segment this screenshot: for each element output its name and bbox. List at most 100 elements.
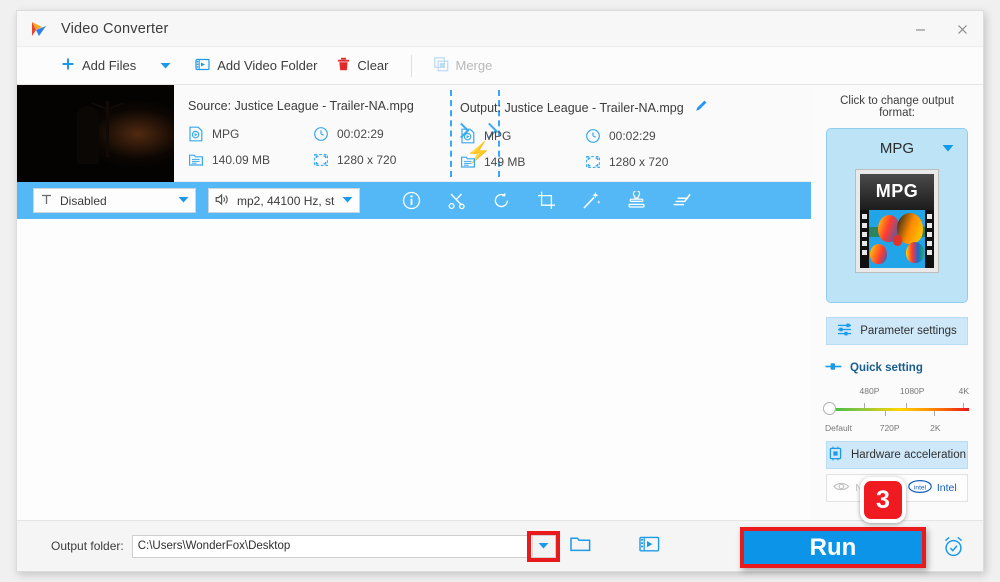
source-resolution-value: 1280 x 720 — [337, 153, 397, 167]
quality-slider[interactable]: 480P 1080P 4K Default 720P 2K — [823, 386, 969, 436]
open-folder-icon[interactable] — [569, 535, 591, 557]
file-list-empty-area — [17, 219, 813, 522]
video-thumbnail[interactable] — [17, 85, 174, 182]
add-video-folder-label: Add Video Folder — [217, 58, 318, 73]
quality-slider-knob[interactable] — [823, 402, 836, 415]
format-thumbnail-image: MPG — [860, 174, 934, 268]
quick-setting-header: Quick setting — [825, 361, 973, 375]
speaker-icon — [215, 193, 230, 209]
quick-setting-label: Quick setting — [850, 362, 923, 374]
source-pane: Source: Justice League - Trailer-NA.mpg … — [174, 85, 500, 181]
audio-track-value: mp2, 44100 Hz, ste — [237, 193, 335, 208]
output-format-panel: Click to change output format: MPG MPG P… — [811, 86, 983, 522]
output-folder-dropdown-button[interactable] — [526, 530, 560, 562]
step-badge: 3 — [860, 477, 906, 523]
resolution-icon — [585, 154, 601, 170]
balloon-5 — [905, 241, 924, 263]
close-button[interactable] — [941, 11, 983, 47]
merge-button[interactable]: Merge — [424, 47, 503, 84]
cpu-chip-icon — [828, 446, 843, 464]
source-resolution: 1280 x 720 — [313, 152, 438, 168]
alarm-clock-icon[interactable] — [942, 535, 965, 563]
intel-logo-icon: intel — [908, 479, 932, 496]
main-window: Video Converter Add Files Add Video Fold… — [16, 10, 984, 572]
trash-icon — [337, 57, 350, 74]
format-thumbnail-band: MPG — [860, 174, 934, 210]
file-size-icon — [460, 154, 476, 170]
source-format-value: MPG — [212, 127, 240, 141]
output-size-value: 149 MB — [484, 155, 526, 169]
sliders-icon — [837, 322, 852, 340]
thumbnail-figure — [76, 106, 99, 165]
resolution-icon — [313, 152, 329, 168]
run-button[interactable]: Run — [740, 527, 926, 568]
parameter-settings-label: Parameter settings — [860, 325, 957, 337]
quality-tick-720p: 720P — [879, 423, 900, 433]
output-folder-input[interactable]: C:\Users\WonderFox\Desktop — [131, 530, 560, 562]
quality-tick-default: Default — [825, 423, 852, 433]
track-mark-480p — [863, 403, 865, 408]
subtitle-edit-icon[interactable] — [672, 191, 691, 210]
output-title-wrap: Output: Justice League - Trailer-NA.mpg — [460, 99, 724, 115]
output-format-card[interactable]: MPG MPG — [826, 128, 968, 303]
toolbar-divider — [410, 54, 412, 77]
quick-slider-icon — [825, 361, 842, 375]
pencil-icon[interactable] — [695, 100, 708, 115]
minimize-button[interactable] — [899, 11, 941, 47]
media-file-icon — [188, 126, 204, 142]
edit-tool-icons — [402, 189, 691, 210]
parameter-settings-button[interactable]: Parameter settings — [826, 317, 968, 345]
add-files-button[interactable]: Add Files — [17, 47, 146, 84]
merge-label: Merge — [455, 58, 493, 73]
nvidia-eye-icon — [833, 481, 850, 495]
clock-icon — [313, 126, 329, 142]
gpu-intel-toggle[interactable]: intel Intel — [898, 479, 968, 496]
source-size-value: 140.09 MB — [212, 153, 271, 167]
quality-slider-track[interactable] — [825, 403, 969, 416]
source-size: 140.09 MB — [188, 152, 313, 168]
add-files-label: Add Files — [82, 58, 137, 73]
output-format-heading: Click to change output format: — [840, 95, 954, 119]
track-mark-1080p — [905, 403, 907, 408]
info-icon[interactable] — [402, 191, 421, 210]
clock-icon — [585, 128, 601, 144]
output-resolution: 1280 x 720 — [585, 154, 710, 170]
add-files-dropdown-button[interactable] — [146, 58, 185, 73]
crop-icon[interactable] — [537, 191, 556, 210]
audio-track-select[interactable]: mp2, 44100 Hz, ste — [208, 188, 360, 213]
source-duration-value: 00:02:29 — [337, 127, 384, 141]
hardware-acceleration-button[interactable]: Hardware acceleration — [826, 441, 968, 469]
title-bar: Video Converter — [17, 11, 983, 47]
filmstrip-right — [925, 209, 934, 268]
filmstrip-left — [860, 209, 869, 268]
subtitle-T-icon — [40, 193, 53, 209]
scissors-icon[interactable] — [447, 191, 466, 210]
quality-ticks-bottom: Default 720P 2K — [825, 423, 969, 436]
clear-label: Clear — [357, 58, 389, 73]
output-meta-grid: MPG 00:02:29 149 MB 1280 x 720 — [460, 128, 710, 170]
source-duration: 00:02:29 — [313, 126, 438, 142]
chevron-down-icon — [342, 196, 353, 206]
clear-button[interactable]: Clear — [327, 47, 398, 84]
output-format-value: MPG — [484, 129, 512, 143]
file-size-icon — [188, 152, 204, 168]
source-title: Source: Justice League - Trailer-NA.mpg — [188, 99, 414, 113]
source-meta-grid: MPG 00:02:29 140.09 MB 1280 x 720 — [188, 126, 438, 168]
merge-squares-icon — [433, 56, 449, 75]
quality-tick-1080p: 1080P — [899, 386, 925, 396]
source-format: MPG — [188, 126, 313, 142]
format-thumbnail-label: MPG — [875, 181, 919, 202]
hardware-acceleration-label: Hardware acceleration — [850, 449, 967, 461]
watermark-stamp-icon[interactable] — [627, 189, 646, 210]
balloon-3 — [870, 243, 888, 264]
subtitle-track-select[interactable]: Disabled — [33, 188, 196, 213]
output-duration: 00:02:29 — [585, 128, 710, 144]
add-video-folder-button[interactable]: Add Video Folder — [185, 47, 327, 84]
effects-wand-icon[interactable] — [582, 191, 601, 210]
output-folder-path: C:\Users\WonderFox\Desktop — [137, 540, 291, 552]
rotate-icon[interactable] — [492, 191, 511, 210]
output-title: Output: Justice League - Trailer-NA.mpg — [460, 101, 684, 115]
chevron-down-icon[interactable] — [942, 144, 954, 156]
film-folder-icon[interactable] — [639, 535, 660, 558]
window-controls — [899, 11, 983, 47]
